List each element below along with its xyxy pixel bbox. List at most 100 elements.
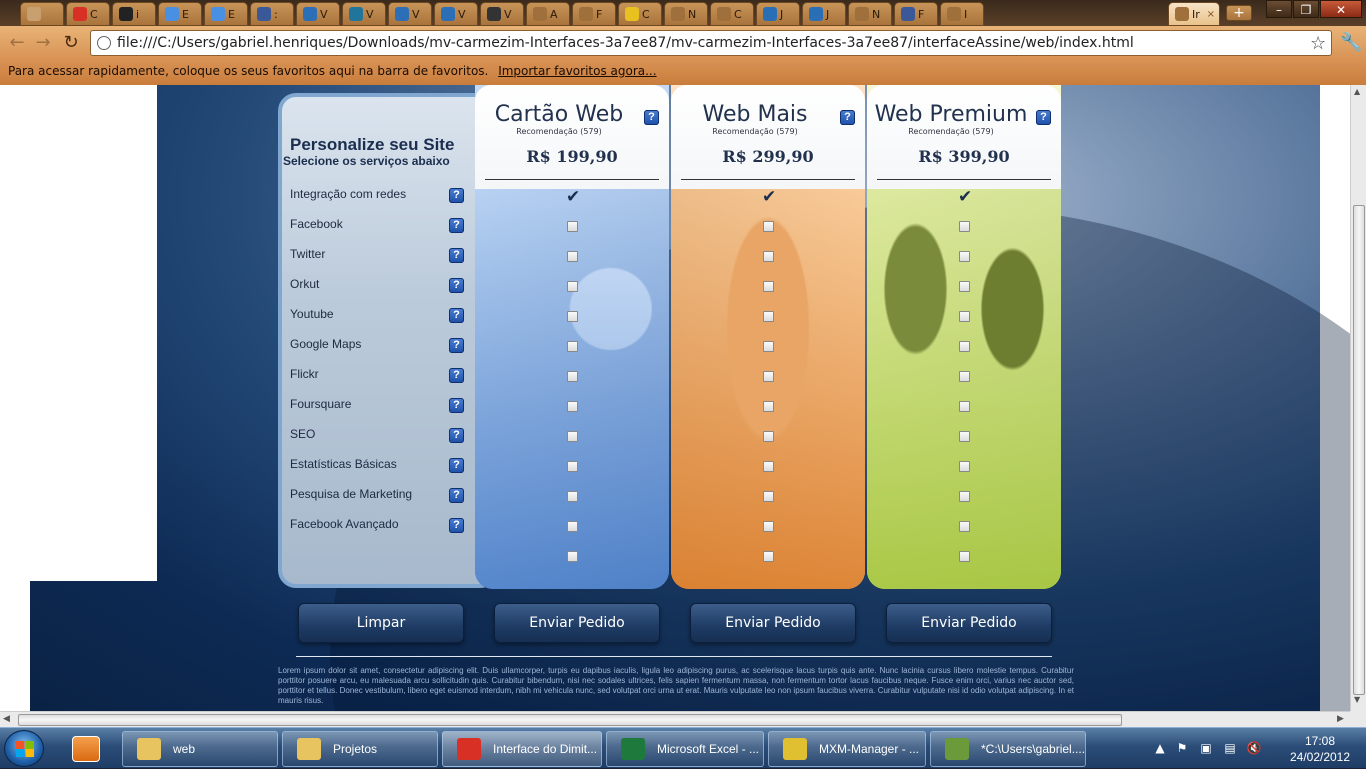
- service-checkbox[interactable]: [959, 311, 970, 322]
- help-icon[interactable]: ?: [644, 110, 659, 125]
- service-checkbox[interactable]: [763, 341, 774, 352]
- service-checkbox[interactable]: [567, 521, 578, 532]
- browser-tab[interactable]: C: [710, 2, 754, 26]
- send-order-button-web-mais[interactable]: Enviar Pedido: [690, 603, 856, 643]
- scroll-thumb[interactable]: [18, 714, 1122, 726]
- help-icon[interactable]: ?: [449, 518, 464, 533]
- scroll-down-arrow-icon[interactable]: ▼: [1354, 695, 1360, 704]
- taskbar-item[interactable]: Microsoft Excel - ...: [606, 731, 764, 767]
- chevron-up-icon[interactable]: ▲: [1152, 740, 1168, 756]
- service-checkbox[interactable]: [763, 521, 774, 532]
- service-checkbox[interactable]: [959, 521, 970, 532]
- scroll-right-arrow-icon[interactable]: ▶: [1337, 714, 1344, 724]
- service-checkbox[interactable]: [959, 491, 970, 502]
- service-checkbox[interactable]: [567, 401, 578, 412]
- browser-tab[interactable]: E: [204, 2, 248, 26]
- service-checkbox[interactable]: [959, 221, 970, 232]
- help-icon[interactable]: ?: [449, 308, 464, 323]
- browser-tab[interactable]: A: [526, 2, 570, 26]
- service-checkbox[interactable]: [959, 551, 970, 562]
- service-checkbox[interactable]: [763, 461, 774, 472]
- clear-button[interactable]: Limpar: [298, 603, 464, 643]
- help-icon[interactable]: ?: [449, 398, 464, 413]
- help-icon[interactable]: ?: [449, 188, 464, 203]
- service-checkbox[interactable]: [567, 341, 578, 352]
- service-checkbox[interactable]: [567, 311, 578, 322]
- start-button[interactable]: [4, 730, 44, 767]
- network-icon[interactable]: ▣: [1198, 740, 1214, 756]
- service-checkbox[interactable]: [959, 431, 970, 442]
- browser-tab[interactable]: C: [618, 2, 662, 26]
- service-checkbox[interactable]: [763, 551, 774, 562]
- volume-muted-icon[interactable]: 🔇: [1246, 740, 1262, 756]
- browser-tab[interactable]: N: [848, 2, 892, 26]
- help-icon[interactable]: ?: [449, 368, 464, 383]
- reload-button[interactable]: ↻: [60, 32, 82, 54]
- service-checkbox[interactable]: [763, 491, 774, 502]
- service-checkbox[interactable]: [763, 311, 774, 322]
- service-checkbox[interactable]: [959, 281, 970, 292]
- service-checkbox[interactable]: [567, 461, 578, 472]
- service-checkbox[interactable]: [567, 221, 578, 232]
- browser-tab-active[interactable]: Ir ×: [1168, 2, 1220, 26]
- taskbar-item[interactable]: *C:\Users\gabriel....: [930, 731, 1086, 767]
- bookmark-star-icon[interactable]: ☆: [1310, 33, 1326, 54]
- minimize-button[interactable]: –: [1266, 0, 1292, 18]
- vertical-scrollbar[interactable]: ▲ ▼: [1350, 85, 1366, 711]
- help-icon[interactable]: ?: [449, 218, 464, 233]
- help-icon[interactable]: ?: [840, 110, 855, 125]
- scroll-thumb[interactable]: [1353, 205, 1365, 695]
- service-checkbox[interactable]: [959, 461, 970, 472]
- back-button[interactable]: ←: [6, 32, 28, 54]
- service-checkbox[interactable]: [763, 431, 774, 442]
- browser-tab[interactable]: V: [480, 2, 524, 26]
- help-icon[interactable]: ?: [449, 278, 464, 293]
- service-checkbox[interactable]: [959, 341, 970, 352]
- browser-tab[interactable]: C: [66, 2, 110, 26]
- new-tab-button[interactable]: +: [1226, 5, 1252, 21]
- taskbar-item[interactable]: Interface do Dimit...: [442, 731, 602, 767]
- taskbar-item[interactable]: Projetos: [282, 731, 438, 767]
- service-checkbox[interactable]: [567, 551, 578, 562]
- browser-tab[interactable]: V: [434, 2, 478, 26]
- media-player-icon[interactable]: [72, 736, 100, 762]
- taskbar-item[interactable]: MXM-Manager - ...: [768, 731, 926, 767]
- flag-icon[interactable]: ⚑: [1174, 740, 1190, 756]
- close-tab-icon[interactable]: ×: [1207, 9, 1215, 20]
- service-checkbox[interactable]: [763, 401, 774, 412]
- help-icon[interactable]: ?: [449, 458, 464, 473]
- display-icon[interactable]: ▤: [1222, 740, 1238, 756]
- help-icon[interactable]: ?: [449, 428, 464, 443]
- browser-tab[interactable]: V: [342, 2, 386, 26]
- send-order-button-cartao-web[interactable]: Enviar Pedido: [494, 603, 660, 643]
- scroll-up-arrow-icon[interactable]: ▲: [1354, 87, 1360, 96]
- service-checkbox[interactable]: [763, 221, 774, 232]
- browser-tab[interactable]: I: [940, 2, 984, 26]
- wrench-menu-icon[interactable]: 🔧: [1340, 32, 1362, 53]
- browser-tab[interactable]: N: [664, 2, 708, 26]
- send-order-button-web-premium[interactable]: Enviar Pedido: [886, 603, 1052, 643]
- browser-tab[interactable]: [20, 2, 64, 26]
- close-window-button[interactable]: ✕: [1320, 0, 1362, 18]
- help-icon[interactable]: ?: [449, 248, 464, 263]
- service-checkbox[interactable]: [567, 251, 578, 262]
- browser-tab[interactable]: :: [250, 2, 294, 26]
- forward-button[interactable]: →: [32, 32, 54, 54]
- import-bookmarks-link[interactable]: Importar favoritos agora...: [498, 64, 656, 78]
- service-checkbox[interactable]: [959, 401, 970, 412]
- clock-date[interactable]: 24/02/2012: [1282, 750, 1358, 764]
- service-checkbox[interactable]: [567, 281, 578, 292]
- service-checkbox[interactable]: [959, 371, 970, 382]
- browser-tab[interactable]: E: [158, 2, 202, 26]
- service-checkbox[interactable]: [763, 281, 774, 292]
- help-icon[interactable]: ?: [449, 488, 464, 503]
- service-checkbox[interactable]: [763, 371, 774, 382]
- help-icon[interactable]: ?: [1036, 110, 1051, 125]
- browser-tab[interactable]: F: [894, 2, 938, 26]
- scroll-left-arrow-icon[interactable]: ◀: [3, 714, 10, 724]
- browser-tab[interactable]: J: [802, 2, 846, 26]
- service-checkbox[interactable]: [959, 251, 970, 262]
- browser-tab[interactable]: V: [296, 2, 340, 26]
- service-checkbox[interactable]: [763, 251, 774, 262]
- service-checkbox[interactable]: [567, 431, 578, 442]
